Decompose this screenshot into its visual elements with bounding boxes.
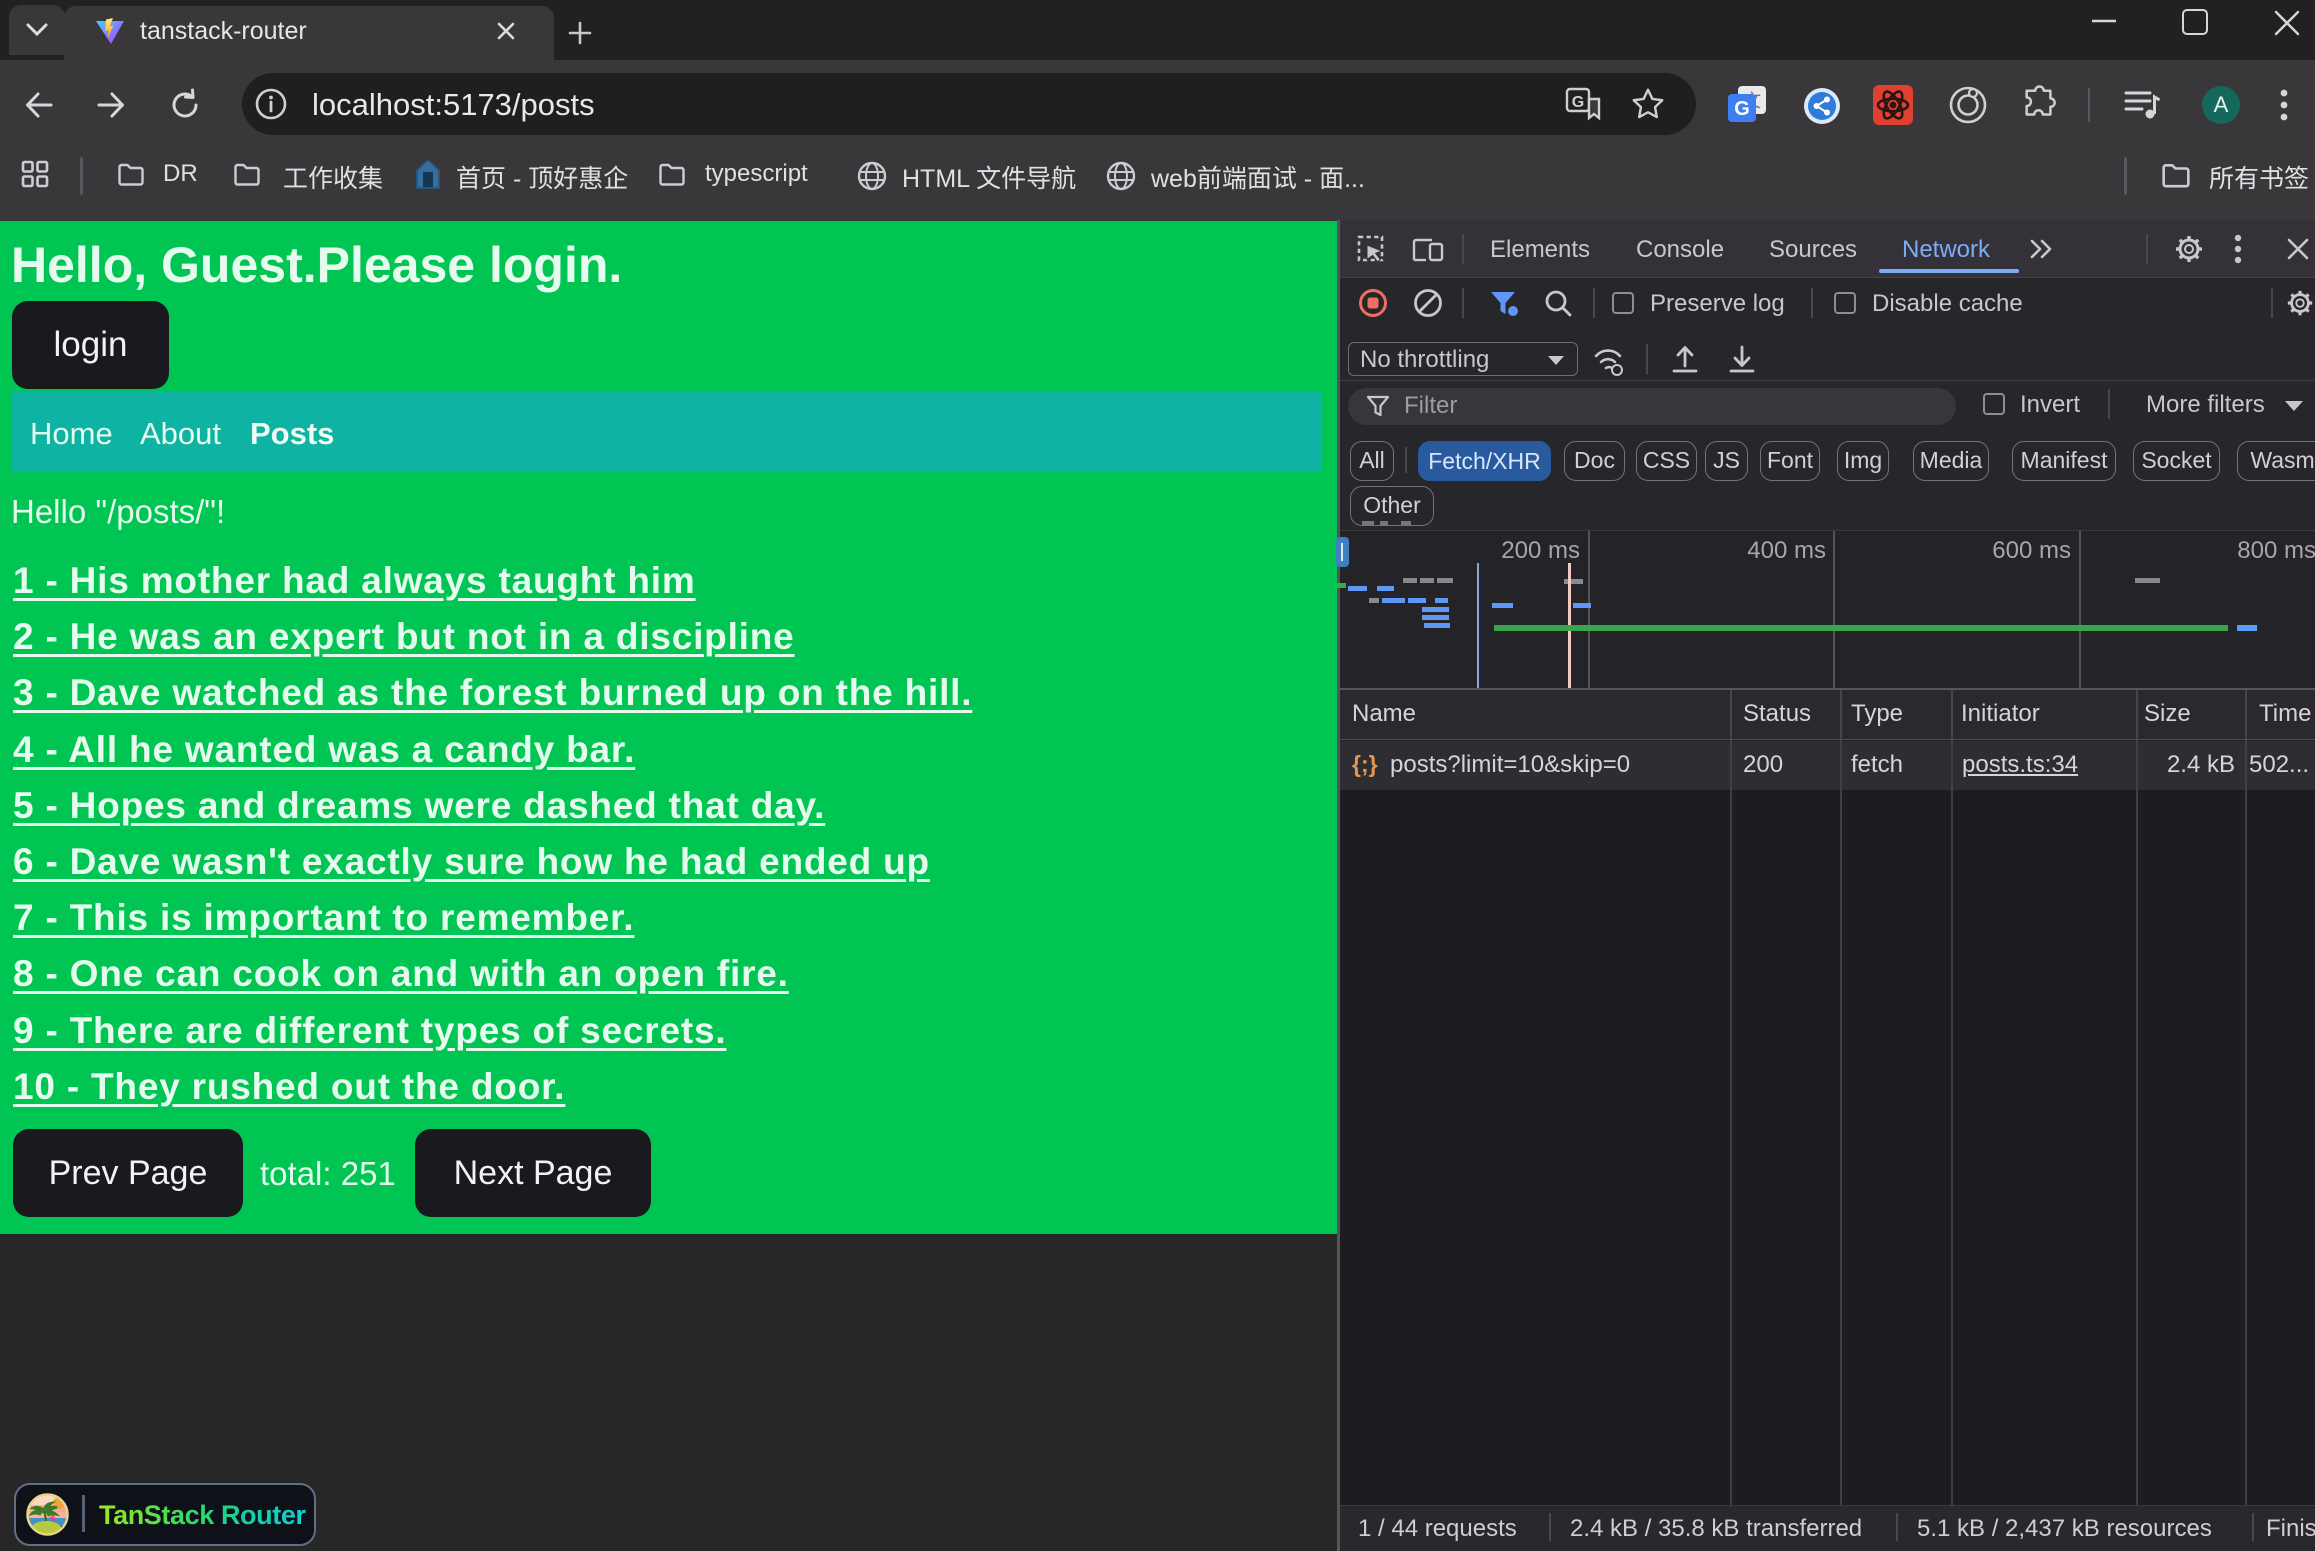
svg-text:G: G bbox=[1572, 94, 1584, 111]
svg-text:G: G bbox=[1734, 98, 1750, 120]
